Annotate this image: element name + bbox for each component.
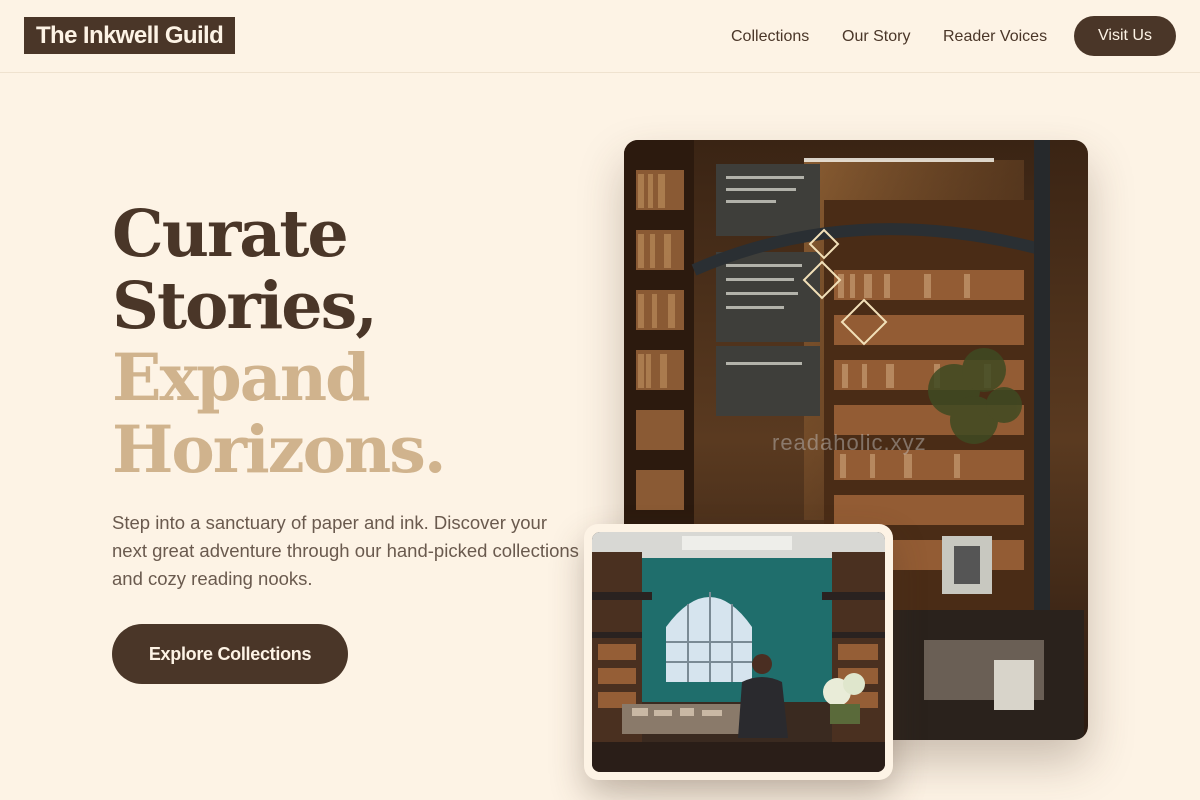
headline-line-1: Curate bbox=[112, 196, 349, 272]
watermark: readaholic.xyz bbox=[772, 430, 927, 455]
nav-collections[interactable]: Collections bbox=[731, 26, 809, 48]
nav-our-story[interactable]: Our Story bbox=[842, 26, 910, 48]
site-logo[interactable]: The Inkwell Guild bbox=[24, 17, 236, 54]
nav-reader-voices[interactable]: Reader Voices bbox=[943, 26, 1047, 48]
hero-headline: Curate Stories, Expand Horizons. bbox=[112, 198, 592, 486]
explore-collections-button[interactable]: Explore Collections bbox=[112, 624, 348, 684]
site-header: The Inkwell Guild Collections Our Story … bbox=[0, 0, 1200, 73]
visit-us-button[interactable]: Visit Us bbox=[1074, 16, 1176, 56]
library-illustration bbox=[592, 532, 885, 772]
hero-description: Step into a sanctuary of paper and ink. … bbox=[112, 512, 579, 589]
library-hall-photo-card bbox=[584, 524, 893, 780]
headline-line-4: Horizons. bbox=[112, 412, 446, 488]
headline-line-3: Expand bbox=[112, 340, 371, 416]
headline-line-2: Stories, bbox=[112, 268, 378, 344]
library-hall-photo bbox=[592, 532, 885, 772]
